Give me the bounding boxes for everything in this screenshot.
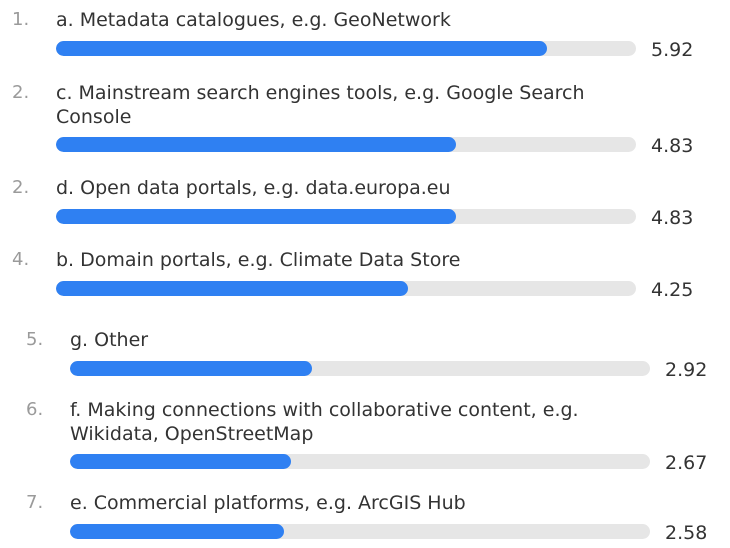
bar-track — [56, 137, 636, 152]
category-label: c. Mainstream search engines tools, e.g.… — [56, 82, 585, 128]
rank-number: 4. — [12, 249, 30, 270]
value-label: 4.83 — [651, 207, 694, 229]
bar-fill — [56, 281, 408, 296]
rank-number: 6. — [26, 399, 44, 420]
category-label: d. Open data portals, e.g. data.europa.e… — [56, 177, 451, 199]
value-label: 2.67 — [665, 452, 708, 474]
bar-fill — [56, 209, 456, 224]
bar-fill — [56, 137, 456, 152]
bar-track — [70, 524, 650, 539]
bar-track — [56, 281, 636, 296]
category-label: a. Metadata catalogues, e.g. GeoNetwork — [56, 9, 451, 31]
bar-fill — [70, 454, 291, 469]
value-label: 5.92 — [651, 39, 694, 61]
category-label: e. Commercial platforms, e.g. ArcGIS Hub — [70, 492, 466, 514]
rank-number: 2. — [12, 82, 30, 103]
bar-track — [56, 209, 636, 224]
category-label: g. Other — [70, 329, 149, 351]
category-label: b. Domain portals, e.g. Climate Data Sto… — [56, 249, 461, 271]
bar-fill — [70, 524, 284, 539]
ranking-chart: 1. a. Metadata catalogues, e.g. GeoNetwor… — [0, 0, 730, 548]
rank-number: 5. — [26, 329, 44, 350]
bar-fill — [70, 361, 312, 376]
value-label: 4.25 — [651, 279, 694, 301]
bar-track — [70, 454, 650, 469]
rank-number: 2. — [12, 177, 30, 198]
bar-track — [70, 361, 650, 376]
value-label: 2.92 — [665, 359, 708, 381]
value-label: 4.83 — [651, 135, 694, 157]
value-label: 2.58 — [665, 522, 708, 544]
category-label: f. Making connections with collaborative… — [70, 399, 579, 445]
bar-fill — [56, 41, 547, 56]
rank-number: 1. — [12, 9, 30, 30]
rank-number: 7. — [26, 492, 44, 513]
bar-track — [56, 41, 636, 56]
